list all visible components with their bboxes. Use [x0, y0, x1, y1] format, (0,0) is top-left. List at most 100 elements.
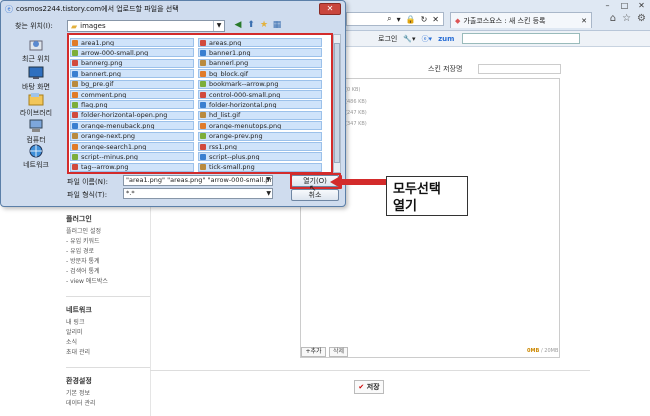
place-computer[interactable]: 컴퓨터	[7, 119, 65, 145]
chevron-down-icon[interactable]: ▼	[266, 176, 271, 183]
sidebar-item[interactable]: 플러그인 설정	[66, 227, 150, 237]
file-item[interactable]: banner1.png	[198, 48, 322, 58]
sidebar-item[interactable]: 초대 관리	[66, 348, 150, 358]
file-item[interactable]: hd_list.gif	[198, 110, 322, 120]
file-item[interactable]: flag.png	[70, 100, 194, 110]
dialog-close-button[interactable]: ✕	[319, 3, 341, 15]
settings-gear-icon[interactable]: ⚙	[637, 13, 646, 24]
image-file-icon	[72, 91, 78, 98]
file-item[interactable]: folder-horizontal.png	[198, 100, 322, 110]
file-item[interactable]: orange-menutops.png	[198, 121, 322, 131]
browser-tab[interactable]: ◆ 가출코스요스 : 새 스킨 등록 ✕	[450, 12, 592, 28]
maximize-icon[interactable]: □	[616, 0, 633, 11]
image-file-icon	[72, 101, 78, 108]
file-item[interactable]: orange-search1.png	[70, 142, 194, 151]
file-item[interactable]: bannerl.png	[198, 58, 322, 68]
dialog-titlebar[interactable]: ⓔ cosmos2244.tistory.com에서 업로드할 파일을 선택	[1, 1, 345, 17]
file-item[interactable]: tick-small.png	[198, 162, 322, 172]
chevron-down-icon[interactable]: ▼	[266, 189, 271, 198]
sidebar-item[interactable]: - 유입 키워드	[66, 237, 150, 247]
toolbar-search-input[interactable]	[462, 33, 581, 44]
image-file-icon	[200, 39, 206, 46]
minimize-icon[interactable]: –	[599, 0, 616, 11]
file-name: comment.png	[81, 90, 127, 99]
sidebar-item[interactable]: - 검색어 통계	[66, 267, 150, 277]
file-name: flag.png	[81, 100, 108, 109]
file-list[interactable]: area1.png arrow-000-small.png bannerg.png b…	[67, 34, 333, 173]
view-menu-icon[interactable]: ▦	[272, 20, 282, 30]
scrollbar-thumb[interactable]	[334, 43, 340, 163]
lookin-dropdown[interactable]: ▰ images ▼	[67, 20, 225, 32]
stop-icon[interactable]: ✕	[432, 15, 439, 24]
file-name: script--minus.png	[81, 152, 139, 161]
dialog-nav-icons: ◀ ⬆ ★ ▦	[233, 20, 282, 30]
filetype-value: *.*	[126, 189, 135, 197]
save-button[interactable]: ✔ 저장	[354, 380, 384, 394]
place-desktop[interactable]: 바탕 화면	[7, 66, 65, 92]
mouse-cursor-icon: ↖	[309, 184, 317, 194]
image-file-icon	[72, 60, 78, 67]
file-item[interactable]: bannerg.png	[70, 58, 194, 68]
close-icon[interactable]: ✕	[633, 0, 650, 11]
file-item[interactable]: bg_pre.gif	[70, 79, 194, 89]
file-list-scrollbar[interactable]	[333, 34, 341, 173]
filename-input[interactable]: "area1.png" "areas.png" "arrow-000-small…	[123, 175, 273, 186]
file-item[interactable]: tag--arrow.png	[70, 162, 194, 172]
file-item[interactable]: orange-menuback.png	[70, 121, 194, 131]
file-name: tick-small.png	[209, 163, 255, 172]
ie-icon[interactable]: ⓔ▾	[422, 34, 433, 44]
wrench-icon[interactable]: 🔧▾	[403, 35, 415, 43]
sidebar-item[interactable]: 알리미	[66, 328, 150, 338]
file-item[interactable]: script--plus.png	[198, 152, 322, 162]
browser-toolbar: 로그인 🔧▾ ⓔ▾ zum	[346, 31, 650, 47]
new-folder-icon[interactable]: ★	[259, 20, 269, 30]
file-item[interactable]: script--minus.png	[70, 152, 194, 162]
file-item[interactable]: control-000-small.png	[198, 90, 322, 99]
file-item[interactable]: orange-prev.png	[198, 131, 322, 141]
sidebar-item[interactable]: 데이터 관리	[66, 399, 150, 409]
up-folder-icon[interactable]: ⬆	[246, 20, 256, 30]
filetype-dropdown[interactable]: *.* ▼	[123, 188, 273, 199]
sidebar-item[interactable]: 내 링크	[66, 318, 150, 328]
image-file-icon	[72, 70, 78, 77]
address-bar[interactable]: ⌕ ▾ 🔒 ↻ ✕	[346, 12, 444, 26]
file-name: tag--arrow.png	[81, 163, 129, 172]
file-item[interactable]: folder-horizontal-open.png	[70, 110, 194, 120]
sidebar-item[interactable]: 소식	[66, 338, 150, 348]
image-file-icon	[72, 81, 78, 88]
place-recent[interactable]: 최근 위치	[7, 38, 65, 64]
chevron-down-icon[interactable]: ▼	[213, 21, 224, 31]
divider	[150, 370, 590, 371]
delete-file-button[interactable]: 삭제	[329, 347, 348, 357]
add-file-button[interactable]: +추가	[301, 347, 326, 357]
back-icon[interactable]: ◀	[233, 20, 243, 30]
sidebar-item[interactable]: 기본 정보	[66, 389, 150, 399]
favorites-star-icon[interactable]: ☆	[622, 13, 631, 24]
home-icon[interactable]: ⌂	[610, 13, 616, 24]
sidebar-item[interactable]: - 유입 경로	[66, 247, 150, 257]
file-item[interactable]: arrow-000-small.png	[70, 48, 194, 58]
sidebar-item[interactable]: - view 애드박스	[66, 277, 150, 287]
sidebar-item[interactable]: - 방문자 통계	[66, 257, 150, 267]
file-item[interactable]: area1.png	[70, 38, 194, 47]
dropdown-icon[interactable]: ▾	[397, 15, 401, 24]
tab-close-icon[interactable]: ✕	[581, 17, 587, 25]
image-file-icon	[200, 81, 206, 88]
image-file-icon	[200, 101, 206, 108]
file-item[interactable]: rss1.png	[198, 142, 322, 151]
file-item[interactable]: bg_block.gif	[198, 69, 322, 79]
file-item[interactable]: areas.png	[198, 38, 322, 47]
skin-name-input[interactable]	[478, 64, 561, 74]
callout-line: 열기	[393, 199, 417, 214]
place-network[interactable]: 네트워크	[7, 144, 65, 170]
refresh-icon[interactable]: ↻	[421, 15, 428, 24]
login-link[interactable]: 로그인	[378, 34, 397, 44]
file-item[interactable]: orange-next.png	[70, 131, 194, 141]
file-name: bg_pre.gif	[81, 80, 114, 89]
place-libraries[interactable]: 라이브러리	[7, 92, 65, 118]
file-name: areas.png	[209, 38, 242, 47]
file-item[interactable]: comment.png	[70, 90, 194, 99]
file-item[interactable]: bannert.png	[70, 69, 194, 79]
file-item[interactable]: bookmark--arrow.png	[198, 79, 322, 89]
search-icon[interactable]: ⌕	[387, 14, 391, 24]
